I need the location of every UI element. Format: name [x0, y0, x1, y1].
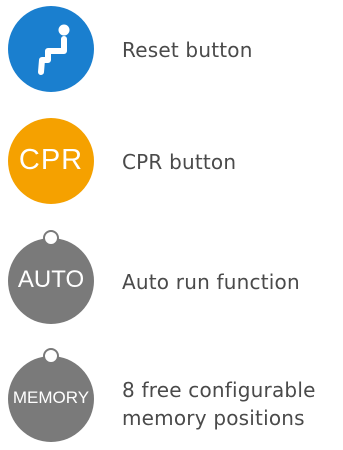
auto-row: AUTO Auto run function: [0, 222, 343, 332]
memory-description-line-2: memory positions: [122, 406, 305, 430]
cpr-button-label: CPR: [18, 144, 84, 176]
memory-description-line-1: 8 free configurable: [122, 378, 316, 402]
reset-button[interactable]: [8, 6, 94, 92]
cpr-description: CPR button: [122, 150, 237, 174]
auto-description: Auto run function: [122, 270, 300, 294]
memory-description: 8 free configurable memory positions: [122, 376, 316, 432]
auto-indicator-icon: [43, 230, 59, 246]
memory-row: MEMORY 8 free configurable memory positi…: [0, 336, 343, 450]
memory-button-label: MEMORY: [12, 388, 90, 407]
cpr-row: CPR CPR button: [0, 110, 343, 210]
auto-button[interactable]: AUTO: [8, 238, 94, 324]
cpr-button[interactable]: CPR: [8, 118, 94, 204]
seat-recline-icon: [38, 24, 70, 75]
auto-button-label: AUTO: [17, 266, 85, 293]
memory-button[interactable]: MEMORY: [8, 356, 94, 442]
memory-indicator-icon: [43, 348, 59, 364]
reset-description: Reset button: [122, 38, 253, 62]
reset-row: Reset button: [0, 0, 343, 100]
